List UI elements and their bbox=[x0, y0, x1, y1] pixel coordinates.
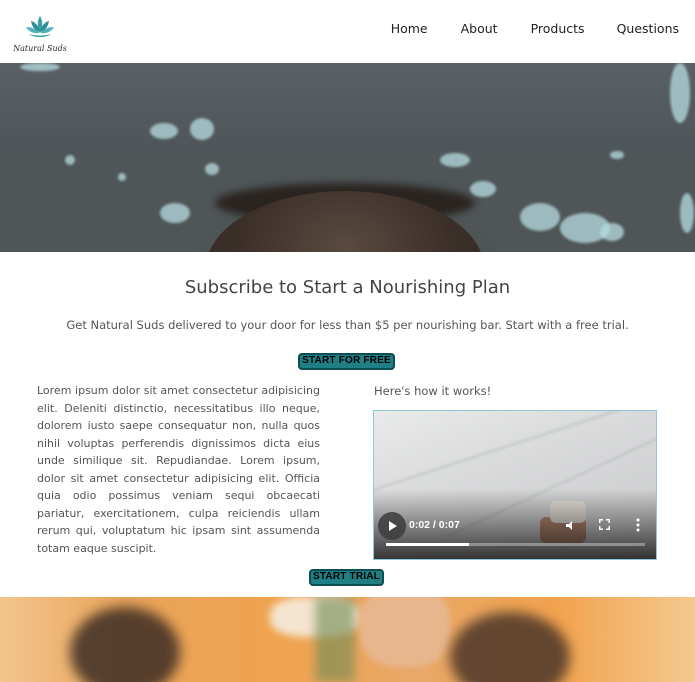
start-trial-button[interactable]: START TRIAL bbox=[309, 569, 384, 586]
more-options-icon[interactable] bbox=[636, 518, 640, 532]
video-progress-fill bbox=[386, 543, 469, 546]
hero-image bbox=[0, 63, 695, 252]
logo[interactable]: Natural Suds bbox=[12, 14, 68, 58]
fullscreen-icon[interactable] bbox=[599, 519, 610, 530]
video-player[interactable]: 0:02 / 0:07 bbox=[373, 410, 657, 560]
how-it-works-label: Here's how it works! bbox=[374, 384, 492, 398]
logo-text: Natural Suds bbox=[13, 44, 67, 53]
subscribe-title: Subscribe to Start a Nourishing Plan bbox=[184, 277, 511, 298]
lotus-logo-icon bbox=[26, 16, 54, 37]
nav-questions[interactable]: Questions bbox=[617, 21, 679, 36]
play-icon[interactable] bbox=[378, 512, 406, 540]
nav-home[interactable]: Home bbox=[391, 21, 428, 36]
main-nav: Home About Products Questions bbox=[391, 21, 679, 36]
site-header: Natural Suds Home About Products Questio… bbox=[0, 0, 695, 63]
nav-about[interactable]: About bbox=[461, 21, 498, 36]
body-paragraph: Lorem ipsum dolor sit amet consectetur a… bbox=[37, 384, 320, 555]
start-for-free-button[interactable]: START FOR FREE bbox=[298, 353, 395, 370]
video-time: 0:02 / 0:07 bbox=[409, 519, 460, 531]
volume-icon[interactable] bbox=[566, 520, 576, 531]
video-progress-bar[interactable] bbox=[386, 543, 645, 546]
bottom-image bbox=[0, 597, 695, 682]
subscribe-text: Get Natural Suds delivered to your door … bbox=[66, 318, 629, 332]
nav-products[interactable]: Products bbox=[531, 21, 585, 36]
